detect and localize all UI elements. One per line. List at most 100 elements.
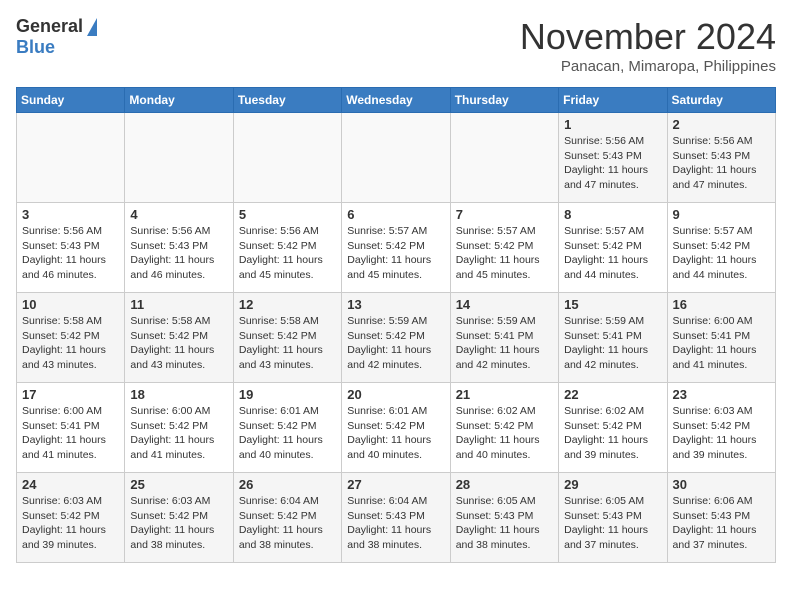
day-number: 23 (673, 387, 770, 402)
day-info-line: Sunrise: 5:57 AM (673, 224, 770, 239)
calendar-cell (17, 113, 125, 203)
day-info-line: and 39 minutes. (564, 448, 661, 463)
day-info-line: and 37 minutes. (673, 538, 770, 553)
day-info-line: Sunrise: 5:59 AM (347, 314, 444, 329)
calendar-cell: 24Sunrise: 6:03 AMSunset: 5:42 PMDayligh… (17, 473, 125, 563)
calendar-week-5: 24Sunrise: 6:03 AMSunset: 5:42 PMDayligh… (17, 473, 776, 563)
calendar-cell: 22Sunrise: 6:02 AMSunset: 5:42 PMDayligh… (559, 383, 667, 473)
day-info-line: Daylight: 11 hours (673, 253, 770, 268)
day-info-line: and 46 minutes. (22, 268, 119, 283)
day-info-line: Daylight: 11 hours (456, 523, 553, 538)
day-info-line: Sunset: 5:43 PM (673, 149, 770, 164)
day-number: 26 (239, 477, 336, 492)
day-info-line: Daylight: 11 hours (130, 523, 227, 538)
day-number: 13 (347, 297, 444, 312)
calendar-cell: 6 Sunrise: 5:57 AMSunset: 5:42 PMDaylight… (342, 203, 450, 293)
day-info-line: Sunset: 5:42 PM (347, 329, 444, 344)
calendar-cell: 15Sunrise: 5:59 AMSunset: 5:41 PMDayligh… (559, 293, 667, 383)
calendar-week-3: 10Sunrise: 5:58 AMSunset: 5:42 PMDayligh… (17, 293, 776, 383)
day-info-line: Sunset: 5:42 PM (456, 239, 553, 254)
calendar-body: 1Sunrise: 5:56 AMSunset: 5:43 PMDaylight… (17, 113, 776, 563)
day-info-line: and 38 minutes. (456, 538, 553, 553)
day-info-line: Daylight: 11 hours (239, 343, 336, 358)
location-subtitle: Panacan, Mimaropa, Philippines (520, 58, 776, 75)
day-info-line: Sunrise: 5:59 AM (456, 314, 553, 329)
day-info-line: Daylight: 11 hours (564, 253, 661, 268)
day-number: 3 (22, 207, 119, 222)
day-info-line: Sunrise: 6:01 AM (239, 404, 336, 419)
day-info-line: Sunset: 5:43 PM (673, 509, 770, 524)
day-info-line: and 44 minutes. (673, 268, 770, 283)
day-info-line: Sunrise: 5:56 AM (564, 134, 661, 149)
day-info-line: Daylight: 11 hours (239, 433, 336, 448)
day-info-line: Sunrise: 5:58 AM (130, 314, 227, 329)
day-info-line: Sunset: 5:42 PM (564, 419, 661, 434)
day-info-line: Sunrise: 5:58 AM (239, 314, 336, 329)
day-number: 18 (130, 387, 227, 402)
day-info-line: Daylight: 11 hours (22, 523, 119, 538)
day-info-line: Sunset: 5:42 PM (239, 329, 336, 344)
logo-triangle-icon (87, 18, 97, 36)
day-number: 4 (130, 207, 227, 222)
day-info-line: Sunrise: 5:56 AM (673, 134, 770, 149)
calendar-cell: 3Sunrise: 5:56 AMSunset: 5:43 PMDaylight… (17, 203, 125, 293)
calendar-cell: 7Sunrise: 5:57 AMSunset: 5:42 PMDaylight… (450, 203, 558, 293)
day-number: 14 (456, 297, 553, 312)
calendar-cell: 5Sunrise: 5:56 AMSunset: 5:42 PMDaylight… (233, 203, 341, 293)
calendar-week-1: 1Sunrise: 5:56 AMSunset: 5:43 PMDaylight… (17, 113, 776, 203)
day-info-line: Daylight: 11 hours (347, 433, 444, 448)
day-info-line: Sunset: 5:42 PM (130, 509, 227, 524)
day-number: 15 (564, 297, 661, 312)
calendar-cell: 13Sunrise: 5:59 AMSunset: 5:42 PMDayligh… (342, 293, 450, 383)
calendar-cell: 29Sunrise: 6:05 AMSunset: 5:43 PMDayligh… (559, 473, 667, 563)
weekday-header-monday: Monday (125, 88, 233, 113)
calendar-cell (125, 113, 233, 203)
day-info-line: Sunrise: 5:56 AM (22, 224, 119, 239)
day-number: 9 (673, 207, 770, 222)
page-header: General Blue November 2024 Panacan, Mima… (16, 16, 776, 75)
day-number: 16 (673, 297, 770, 312)
day-info-line: Sunset: 5:43 PM (456, 509, 553, 524)
day-info-line: Daylight: 11 hours (347, 253, 444, 268)
calendar-week-2: 3Sunrise: 5:56 AMSunset: 5:43 PMDaylight… (17, 203, 776, 293)
day-info-line: Daylight: 11 hours (564, 433, 661, 448)
day-info-line: Sunrise: 6:01 AM (347, 404, 444, 419)
day-info-line: Daylight: 11 hours (673, 433, 770, 448)
weekday-header-sunday: Sunday (17, 88, 125, 113)
calendar-table: SundayMondayTuesdayWednesdayThursdayFrid… (16, 87, 776, 563)
day-info-line: Daylight: 11 hours (22, 253, 119, 268)
day-info-line: and 47 minutes. (673, 178, 770, 193)
day-info-line: Sunrise: 6:03 AM (673, 404, 770, 419)
calendar-cell (450, 113, 558, 203)
calendar-cell: 23Sunrise: 6:03 AMSunset: 5:42 PMDayligh… (667, 383, 775, 473)
day-info-line: Sunrise: 5:57 AM (456, 224, 553, 239)
day-info-line: and 42 minutes. (564, 358, 661, 373)
day-info-line: Sunset: 5:42 PM (22, 509, 119, 524)
calendar-cell: 2Sunrise: 5:56 AMSunset: 5:43 PMDaylight… (667, 113, 775, 203)
day-info-line: Sunrise: 5:56 AM (239, 224, 336, 239)
day-info-line: Sunset: 5:43 PM (564, 149, 661, 164)
day-info-line: Sunrise: 5:56 AM (130, 224, 227, 239)
day-info-line: Sunset: 5:42 PM (130, 329, 227, 344)
weekday-header-wednesday: Wednesday (342, 88, 450, 113)
calendar-cell: 25Sunrise: 6:03 AMSunset: 5:42 PMDayligh… (125, 473, 233, 563)
day-info-line: Sunset: 5:42 PM (347, 419, 444, 434)
day-info-line: Sunset: 5:41 PM (456, 329, 553, 344)
day-number: 6 (347, 207, 444, 222)
calendar-cell: 21Sunrise: 6:02 AMSunset: 5:42 PMDayligh… (450, 383, 558, 473)
day-info-line: Sunrise: 5:57 AM (347, 224, 444, 239)
calendar-cell: 12Sunrise: 5:58 AMSunset: 5:42 PMDayligh… (233, 293, 341, 383)
day-info-line: Sunset: 5:42 PM (130, 419, 227, 434)
day-number: 2 (673, 117, 770, 132)
calendar-cell (233, 113, 341, 203)
logo-general-text: General (16, 16, 83, 37)
day-info-line: Sunrise: 6:05 AM (564, 494, 661, 509)
day-info-line: Sunrise: 6:02 AM (564, 404, 661, 419)
day-info-line: Sunset: 5:41 PM (564, 329, 661, 344)
day-info-line: Daylight: 11 hours (130, 253, 227, 268)
calendar-cell: 28Sunrise: 6:05 AMSunset: 5:43 PMDayligh… (450, 473, 558, 563)
day-info-line: and 40 minutes. (456, 448, 553, 463)
day-info-line: Sunrise: 6:02 AM (456, 404, 553, 419)
day-info-line: Sunset: 5:42 PM (347, 239, 444, 254)
day-info-line: and 45 minutes. (239, 268, 336, 283)
